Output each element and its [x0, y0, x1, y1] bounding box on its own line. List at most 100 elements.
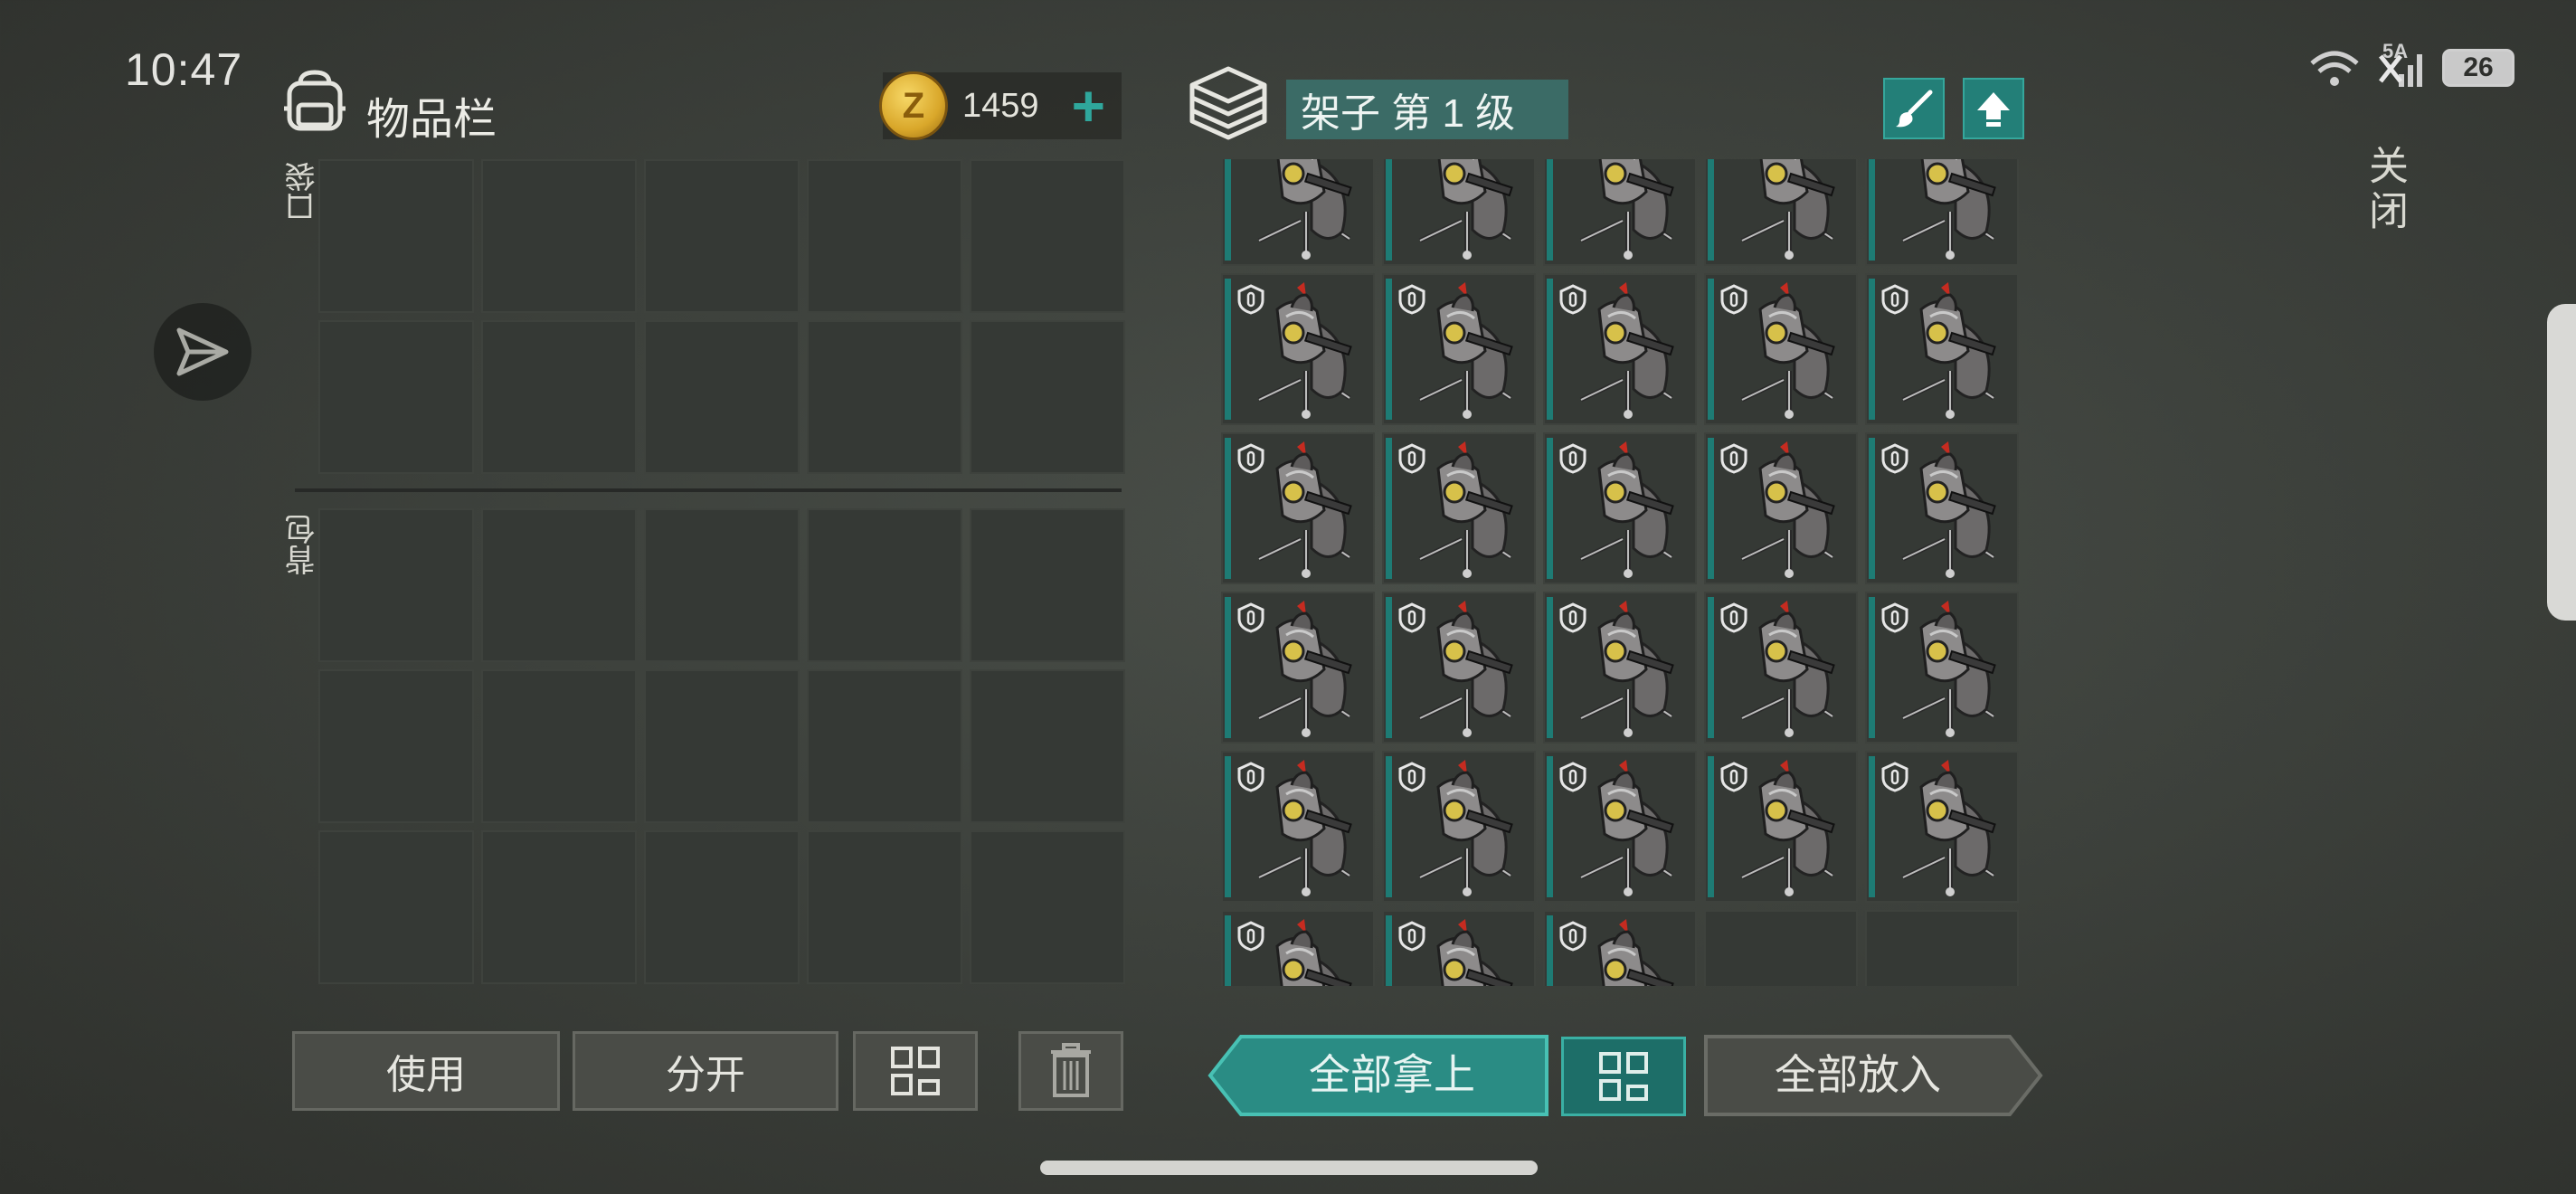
- paint-button[interactable]: [1883, 78, 1945, 139]
- backpack-slot[interactable]: [970, 508, 1125, 662]
- shield-icon: [1559, 762, 1586, 792]
- storage-slot-turret[interactable]: [1865, 592, 2019, 744]
- pocket-slot[interactable]: [970, 320, 1125, 474]
- home-indicator[interactable]: [1040, 1161, 1538, 1175]
- pocket-slot[interactable]: [807, 320, 962, 474]
- backpack-slot[interactable]: [318, 508, 474, 662]
- put-all-label: 全部放入: [1775, 1051, 1941, 1098]
- shield-icon: [1881, 284, 1908, 315]
- storage-slot-turret[interactable]: [1543, 159, 1697, 266]
- turret-icon: [1724, 159, 1854, 262]
- backpack-slot[interactable]: [481, 669, 637, 823]
- section-divider: [295, 488, 1122, 492]
- shield-icon: [1237, 602, 1264, 633]
- shield-icon: [1881, 762, 1908, 792]
- signal-icon: 5A: [2377, 40, 2426, 89]
- turret-icon: [1241, 159, 1371, 262]
- pocket-slot[interactable]: [807, 159, 962, 313]
- storage-slot-turret[interactable]: [1543, 432, 1697, 584]
- upgrade-button[interactable]: [1963, 78, 2024, 139]
- backpack-slot[interactable]: [318, 669, 474, 823]
- storage-slot-turret[interactable]: [1865, 751, 2019, 903]
- pocket-slot[interactable]: [481, 320, 637, 474]
- split-button[interactable]: 分开: [573, 1031, 838, 1111]
- shield-icon: [1237, 443, 1264, 474]
- arrow-up-icon: [1977, 92, 2010, 127]
- backpack-slot[interactable]: [807, 508, 962, 662]
- storage-slot-turret[interactable]: [1543, 273, 1697, 425]
- backpack-slot[interactable]: [644, 508, 800, 662]
- pocket-grid: [318, 159, 1125, 474]
- backpack-slot[interactable]: [807, 669, 962, 823]
- turret-icon: [1885, 159, 2015, 262]
- add-currency-button[interactable]: +: [1072, 77, 1105, 135]
- storage-slot-turret[interactable]: [1382, 592, 1536, 744]
- use-button[interactable]: 使用: [292, 1031, 560, 1111]
- storage-slot-turret[interactable]: [1221, 592, 1375, 744]
- storage-slot-turret[interactable]: [1382, 751, 1536, 903]
- shield-icon: [1398, 443, 1425, 474]
- sort-storage-button[interactable]: [1561, 1037, 1686, 1116]
- turret-icon: [1402, 159, 1532, 262]
- backpack-slot[interactable]: [807, 830, 962, 984]
- storage-slot-turret[interactable]: [1382, 273, 1536, 425]
- pocket-slot[interactable]: [970, 159, 1125, 313]
- sort-inventory-button[interactable]: [853, 1031, 978, 1111]
- backpack-slot[interactable]: [481, 508, 637, 662]
- backpack-slot[interactable]: [970, 830, 1125, 984]
- storage-slot-turret[interactable]: [1221, 273, 1375, 425]
- storage-grid: [1221, 159, 2019, 986]
- pocket-slot[interactable]: [644, 159, 800, 313]
- storage-slot-turret[interactable]: [1865, 273, 2019, 425]
- close-button[interactable]: 关闭: [2355, 145, 2413, 235]
- storage-slot-turret[interactable]: [1704, 273, 1858, 425]
- side-drawer-handle[interactable]: [2547, 304, 2576, 621]
- pocket-slot[interactable]: [318, 320, 474, 474]
- turret-icon: [1563, 159, 1693, 262]
- storage-slot-turret[interactable]: [1543, 751, 1697, 903]
- shield-icon: [1398, 284, 1425, 315]
- pocket-slot[interactable]: [644, 320, 800, 474]
- shield-icon: [1559, 921, 1586, 952]
- send-button[interactable]: [154, 303, 251, 401]
- storage-slot-turret[interactable]: [1221, 432, 1375, 584]
- storage-slot-turret[interactable]: [1704, 159, 1858, 266]
- inventory-title: 物品栏: [366, 96, 497, 144]
- storage-slot-empty[interactable]: [1704, 910, 1858, 986]
- delete-button[interactable]: [1018, 1031, 1123, 1111]
- shield-icon: [1559, 443, 1586, 474]
- storage-slot-turret[interactable]: [1221, 910, 1375, 986]
- pocket-slot[interactable]: [318, 159, 474, 313]
- take-all-label: 全部拿上: [1309, 1051, 1475, 1098]
- shield-icon: [1720, 762, 1747, 792]
- backpack-slot[interactable]: [644, 830, 800, 984]
- shield-icon: [1720, 602, 1747, 633]
- storage-slot-turret[interactable]: [1382, 910, 1536, 986]
- storage-slot-turret[interactable]: [1865, 159, 2019, 266]
- storage-slot-turret[interactable]: [1865, 432, 2019, 584]
- storage-slot-turret[interactable]: [1382, 432, 1536, 584]
- storage-slot-turret[interactable]: [1382, 159, 1536, 266]
- storage-slot-turret[interactable]: [1704, 751, 1858, 903]
- storage-slot-turret[interactable]: [1543, 910, 1697, 986]
- shield-icon: [1720, 284, 1747, 315]
- shield-icon: [1559, 602, 1586, 633]
- backpack-icon: [284, 70, 346, 131]
- storage-slot-turret[interactable]: [1543, 592, 1697, 744]
- storage-slot-turret[interactable]: [1221, 159, 1375, 266]
- storage-slot-turret[interactable]: [1704, 432, 1858, 584]
- grid-sort-icon: [1599, 1052, 1648, 1101]
- backpack-slot[interactable]: [481, 830, 637, 984]
- pocket-slot[interactable]: [481, 159, 637, 313]
- network-type: 5A: [2382, 40, 2409, 62]
- storage-slot-turret[interactable]: [1704, 592, 1858, 744]
- take-all-button[interactable]: 全部拿上: [1207, 1033, 1548, 1118]
- put-all-button[interactable]: 全部放入: [1702, 1033, 2044, 1118]
- storage-slot-turret[interactable]: [1221, 751, 1375, 903]
- backpack-slot[interactable]: [318, 830, 474, 984]
- storage-slot-empty[interactable]: [1865, 910, 2019, 986]
- status-icons: 5A 26: [2308, 40, 2514, 89]
- shield-icon: [1398, 602, 1425, 633]
- backpack-slot[interactable]: [970, 669, 1125, 823]
- backpack-slot[interactable]: [644, 669, 800, 823]
